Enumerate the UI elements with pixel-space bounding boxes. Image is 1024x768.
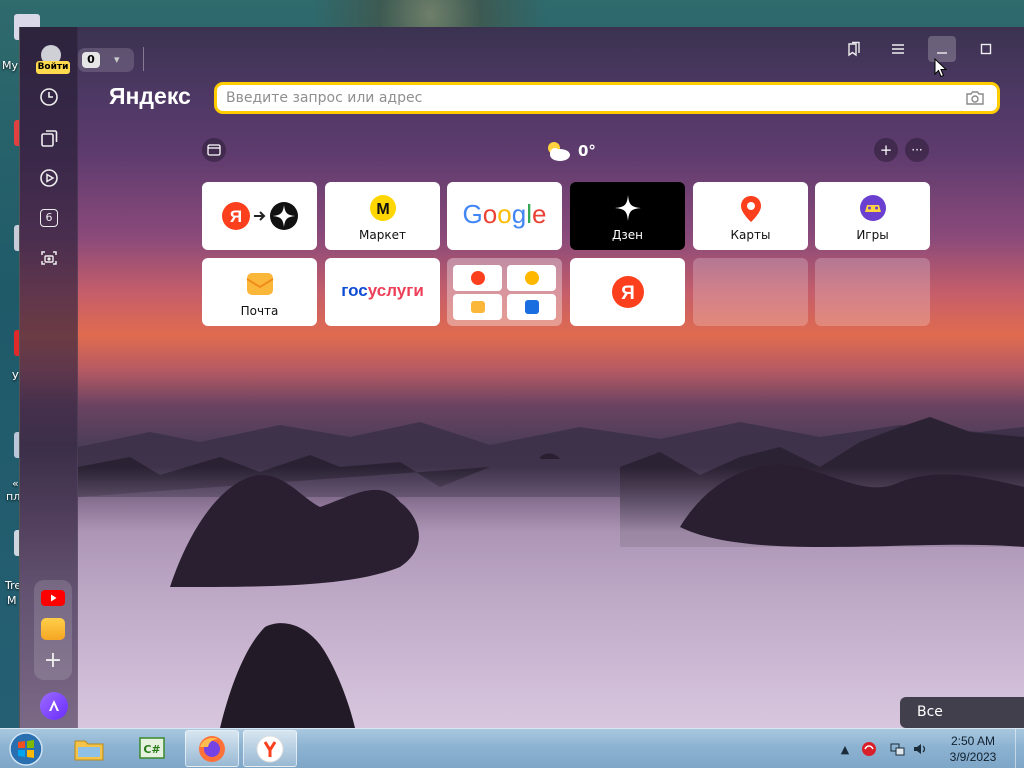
tile-market[interactable]: M Маркет [325,182,440,250]
taskbar-firefox[interactable] [185,730,239,767]
desktop-icon-label: M [7,594,17,607]
windows-taskbar: C# ▲ 2:50 AM 3/9/2023 [0,728,1024,768]
yandex-mini-icon [470,271,485,285]
background-landscape [78,417,1024,728]
mail-mini-icon [470,301,485,313]
all-settings-button[interactable]: Все настройки [900,697,1024,728]
desktop-icon-label: пл [6,490,21,503]
divider [143,47,144,71]
tabs-count-value: 6 [40,209,58,227]
system-clock[interactable]: 2:50 AM 3/9/2023 [938,733,1008,765]
yandex-logo[interactable]: Яндекс [109,83,191,110]
tile-yandex[interactable]: Я [570,258,685,326]
tile-label: Дзен [612,228,643,242]
mouse-cursor-icon [934,58,948,78]
tabs-view-button[interactable] [202,138,226,162]
alice-assistant-icon[interactable] [40,692,68,720]
tile-google[interactable]: Google [447,182,562,250]
yandex-round-logo: Я [570,275,685,309]
camera-search-icon[interactable] [965,89,985,107]
tile-group[interactable] [447,258,562,326]
desktop-icon-label: My [2,59,19,72]
antivirus-tray-icon[interactable] [860,740,878,758]
tile-empty[interactable] [815,258,930,326]
maximize-button[interactable] [972,36,1000,62]
tile-label: Почта [240,304,279,318]
volume-icon[interactable] [911,740,929,758]
tile-yandex-id[interactable]: Я [202,182,317,250]
games-icon [815,194,930,222]
mini-tile [507,294,556,320]
tile-gosuslugi[interactable]: госуслуги [325,258,440,326]
open-tabs-count: 0 [82,52,100,68]
maps-pin-icon [693,194,808,224]
ya-letter: Я [621,283,635,304]
desktop-icon-label: Tre [5,579,22,592]
google-logo: Google [447,199,562,230]
mini-tile [507,265,556,291]
show-hidden-icons[interactable]: ▲ [836,740,854,758]
tabs-count-icon[interactable]: 6 [37,206,61,230]
mail-envelope-icon [202,270,317,298]
folder-icon [74,740,104,760]
tab-switcher[interactable]: 0 ▾ [78,48,134,72]
desktop-icon-label: У [12,370,19,383]
weather-temperature: 0° [578,142,596,160]
music-mini-icon [524,271,539,285]
collections-icon[interactable] [37,126,61,150]
youtube-icon[interactable] [41,590,65,606]
taskbar-yandex-browser[interactable] [243,730,297,767]
yandex-id-logo: Я [202,200,317,232]
tile-label: Игры [856,228,889,242]
gosuslugi-part-a: гос [341,281,368,300]
clock-date: 3/9/2023 [949,750,997,764]
google-wordmark: Google [462,199,547,229]
desktop-icon-label: « [12,477,19,490]
tile-label: Карты [730,228,771,242]
show-desktop-button[interactable] [1015,729,1024,768]
menu-icon[interactable] [884,36,912,62]
network-icon[interactable] [889,740,907,758]
chevron-down-icon: ▾ [114,53,120,66]
tile-empty[interactable] [693,258,808,326]
screenshot-icon[interactable] [37,246,61,270]
partly-cloudy-icon [548,142,570,161]
windows-start-button[interactable] [7,731,45,767]
taskbar-csharp-editor[interactable]: C# [125,730,179,767]
clock-time: 2:50 AM [950,734,996,748]
bookmarks-icon[interactable] [840,36,868,62]
add-app-icon[interactable]: + [41,650,65,674]
mini-tile [453,294,502,320]
dzen-logo [570,194,685,222]
search-bar[interactable] [214,82,1000,114]
taskbar-explorer[interactable] [62,730,116,767]
sidebar: Войти 6 + [20,27,78,728]
search-input[interactable] [226,88,946,108]
ya-letter: Я [229,207,241,226]
history-icon[interactable] [37,85,61,109]
tile-maps[interactable]: Карты [693,182,808,250]
gosuslugi-logo: госуслуги [325,281,440,301]
mail-icon[interactable] [41,618,65,640]
play-icon[interactable] [37,166,61,190]
tile-games[interactable]: Игры [815,182,930,250]
firefox-icon [199,735,225,762]
tile-mail[interactable]: Почта [202,258,317,326]
tile-label: Маркет [359,228,406,242]
tile-dzen[interactable]: Дзен [570,182,685,250]
mini-tile [453,265,502,291]
market-logo: M [325,194,440,222]
weather-widget[interactable]: 0° [542,138,602,164]
yandex-browser-icon [256,735,284,762]
sidebar-apps-tray: + [34,580,72,680]
more-options-button[interactable]: ··· [905,138,929,162]
login-button[interactable]: Войти [36,61,70,74]
disk-mini-icon [524,300,539,314]
add-tile-button[interactable]: + [874,138,898,162]
market-letter: M [376,201,389,218]
svg-text:C#: C# [143,743,160,756]
yandex-browser-window: Войти 6 + 0 ▾ Яндекс Введите запрос или … [20,27,1024,728]
csharp-icon: C# [139,736,165,759]
gosuslugi-part-b: услуги [367,281,424,300]
